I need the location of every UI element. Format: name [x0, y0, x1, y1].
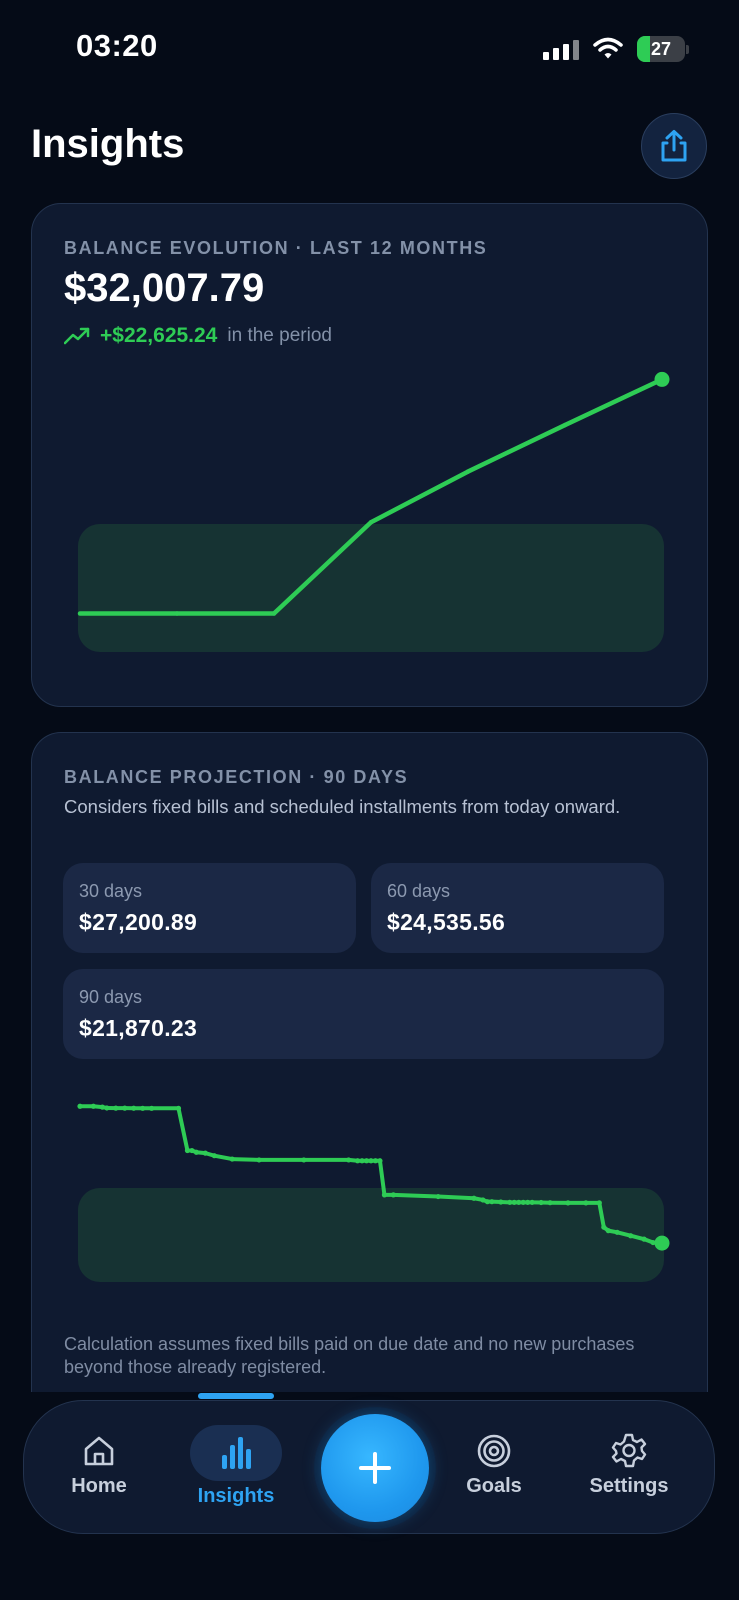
chart-point	[90, 1103, 97, 1109]
nav-label-insights: Insights	[197, 1485, 275, 1507]
chart-line-segment	[562, 377, 665, 428]
chart-point	[511, 1199, 517, 1205]
nav-label-home: Home	[71, 1475, 127, 1497]
chart-point	[614, 1229, 620, 1235]
chart-line-segment	[176, 1106, 190, 1153]
screen: 03:20 27 Insights BALANCE EVOLUTION · LA…	[0, 0, 739, 1600]
chart-line-segment	[230, 1157, 262, 1162]
add-button[interactable]	[314, 1407, 436, 1529]
balance-projection-chart	[77, 1103, 670, 1282]
chart-point	[538, 1199, 544, 1206]
chart-point	[529, 1199, 535, 1205]
chart-point	[471, 1195, 477, 1201]
balance-projection-card: BALANCE PROJECTION · 90 DAYS Considers f…	[31, 732, 708, 1392]
chart-point	[368, 1158, 374, 1164]
chart-point	[520, 1199, 526, 1205]
gear-icon	[611, 1433, 647, 1468]
chart-point	[229, 1156, 235, 1162]
chart-point	[372, 1158, 379, 1164]
home-icon	[84, 1436, 114, 1466]
bottom-nav: Home Insights Goals Settings	[23, 1393, 715, 1535]
target-icon	[477, 1434, 511, 1468]
chart-point	[507, 1199, 513, 1205]
chart-point	[140, 1105, 146, 1111]
chart-point	[359, 1158, 365, 1164]
nav-label-goals: Goals	[466, 1475, 522, 1497]
chart-point	[131, 1105, 137, 1111]
chart-point	[596, 1200, 602, 1206]
chart-point	[149, 1105, 155, 1111]
nav-item-home[interactable]: Home	[54, 1401, 144, 1535]
chart-line-segment	[391, 1192, 441, 1199]
status-icons: 27	[543, 36, 689, 62]
balance-evolution-chart	[77, 371, 670, 652]
status-bar: 03:20 27	[0, 0, 739, 100]
balance-evolution-card: BALANCE EVOLUTION · LAST 12 MONTHS $32,0…	[31, 203, 708, 707]
share-icon	[661, 130, 687, 162]
battery-level: 27	[650, 38, 672, 59]
chart-point	[122, 1105, 128, 1111]
active-tab-indicator	[198, 1393, 274, 1399]
projection-footnote: Calculation assumes fixed bills paid on …	[64, 1334, 635, 1377]
plus-icon	[359, 1452, 391, 1484]
chart-point	[547, 1200, 553, 1206]
bar-chart-icon	[222, 1437, 251, 1469]
chart-point	[193, 1149, 199, 1155]
nav-item-insights[interactable]: Insights	[184, 1401, 288, 1535]
chart-point	[113, 1105, 119, 1111]
nav-item-goals[interactable]: Goals	[446, 1401, 542, 1535]
chart-point	[484, 1199, 490, 1205]
nav-item-settings[interactable]: Settings	[574, 1401, 684, 1535]
battery-charging-icon: 27	[637, 36, 689, 62]
chart-point	[363, 1158, 370, 1164]
status-time: 03:20	[76, 28, 158, 63]
chart-point	[184, 1147, 191, 1154]
chart-point	[525, 1199, 531, 1205]
nav-label-settings: Settings	[589, 1475, 669, 1497]
share-button[interactable]	[641, 113, 707, 179]
chart-point	[583, 1200, 589, 1206]
chart-end-point	[654, 1235, 670, 1251]
chart-point	[516, 1199, 522, 1205]
chart-point	[381, 1192, 388, 1198]
chart-point	[354, 1158, 361, 1164]
chart-point	[377, 1158, 383, 1164]
chart-point	[301, 1157, 307, 1163]
chart-line-segment	[465, 422, 568, 474]
chart-point	[211, 1153, 217, 1159]
wifi-icon	[593, 37, 623, 59]
chart-point	[390, 1192, 396, 1198]
chart-point	[77, 1103, 83, 1109]
chart-point	[346, 1157, 352, 1163]
chart-point	[565, 1200, 571, 1206]
chart-point	[104, 1105, 110, 1111]
chart-end-point	[654, 371, 670, 387]
chart-point	[435, 1193, 441, 1200]
chart-line-segment	[436, 1194, 476, 1201]
chart-point	[489, 1199, 495, 1205]
chart-point	[605, 1228, 611, 1234]
chart-point	[189, 1147, 195, 1154]
chart-point	[99, 1104, 105, 1110]
chart-point	[175, 1105, 182, 1111]
signal-icon	[543, 38, 579, 60]
chart-line-segment	[368, 469, 471, 525]
page-title: Insights	[31, 122, 185, 166]
chart-point	[628, 1233, 634, 1239]
chart-point	[480, 1197, 486, 1203]
chart-point	[202, 1150, 208, 1156]
chart-point	[641, 1236, 647, 1242]
chart-point	[498, 1199, 504, 1205]
chart-band	[78, 524, 664, 652]
chart-line-segment	[212, 1153, 235, 1162]
chart-point	[256, 1157, 262, 1163]
chart-point	[601, 1224, 607, 1230]
